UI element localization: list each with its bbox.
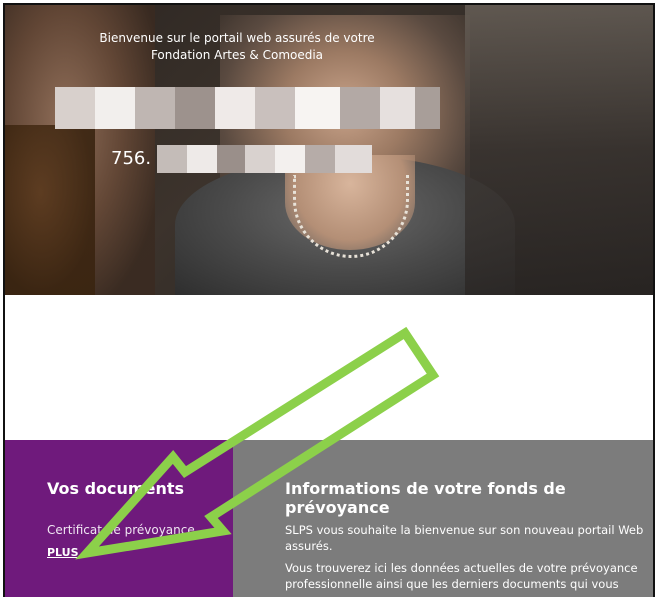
hero-photo-hair-left: [5, 125, 95, 295]
info-paragraph-1: SLPS vous souhaite la bienvenue sur son …: [285, 523, 644, 553]
welcome-line-1: Bienvenue sur le portail web assurés de …: [99, 31, 375, 45]
insured-number-prefix: 756.: [111, 148, 152, 169]
insured-number-pixelated: [157, 145, 372, 173]
hero-banner: Bienvenue sur le portail web assurés de …: [5, 5, 653, 295]
documents-panel: Vos documents Certificat de prévoyance P…: [5, 440, 233, 597]
welcome-message: Bienvenue sur le portail web assurés de …: [67, 30, 407, 64]
documents-more-link[interactable]: PLUS: [47, 546, 79, 559]
hero-photo-window: [465, 5, 653, 295]
insured-name-pixelated: [55, 87, 440, 129]
portal-frame: Bienvenue sur le portail web assurés de …: [3, 3, 655, 597]
documents-title: Vos documents: [47, 479, 184, 498]
info-paragraph-2: Vous trouverez ici les données actuelles…: [285, 561, 638, 591]
info-title: Informations de votre fonds de prévoyanc…: [285, 479, 566, 517]
welcome-line-2: Fondation Artes & Comoedia: [150, 48, 324, 62]
documents-item-certificate[interactable]: Certificat de prévoyance: [47, 523, 195, 537]
info-panel: Informations de votre fonds de prévoyanc…: [233, 440, 653, 597]
